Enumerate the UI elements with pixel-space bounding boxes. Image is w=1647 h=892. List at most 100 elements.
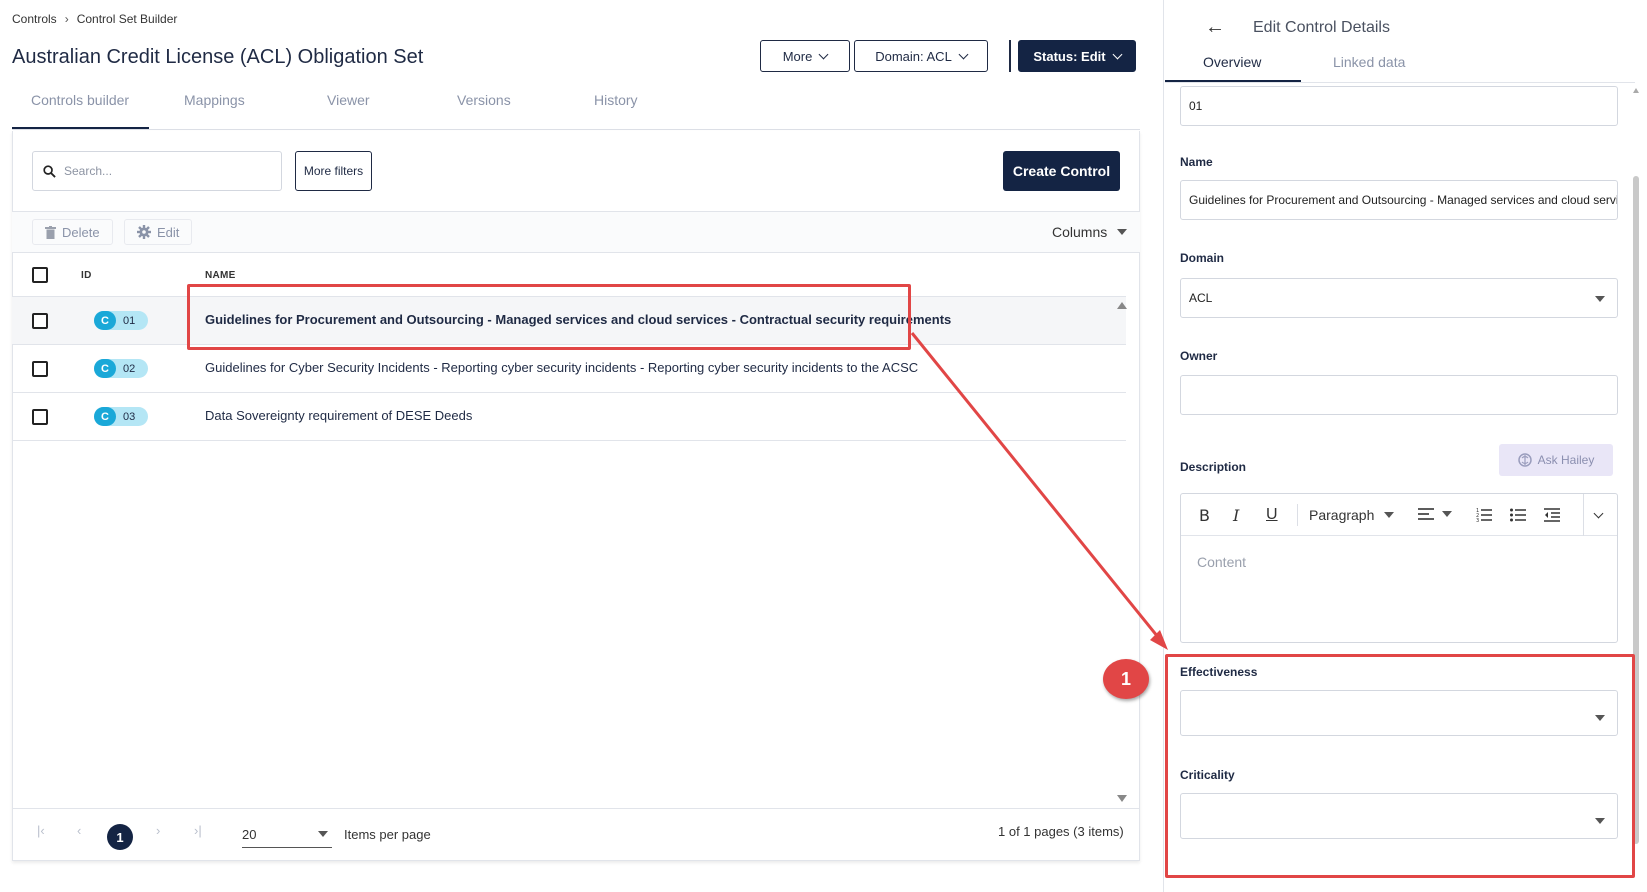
underline-button[interactable]: U xyxy=(1266,506,1278,524)
owner-label: Owner xyxy=(1180,349,1218,363)
breadcrumb: Controls › Control Set Builder xyxy=(12,12,177,26)
select-all-checkbox[interactable] xyxy=(32,267,48,283)
domain-label: Domain xyxy=(1180,251,1225,265)
domain-button[interactable]: Domain: ACL xyxy=(854,40,988,72)
search-placeholder: Search... xyxy=(64,164,113,178)
toolbar-divider xyxy=(1583,494,1584,536)
tab-versions[interactable]: Versions xyxy=(457,92,511,108)
chevron-down-icon xyxy=(818,49,829,59)
caret-down-icon xyxy=(318,831,328,837)
search-input[interactable]: Search... xyxy=(32,151,282,191)
status-button-label: Status: Edit xyxy=(1033,48,1106,64)
create-control-button[interactable]: Create Control xyxy=(1003,151,1120,191)
bullet-list-icon[interactable] xyxy=(1510,508,1526,527)
row-checkbox[interactable] xyxy=(32,361,48,377)
tab-controls-builder[interactable]: Controls builder xyxy=(31,92,129,108)
next-page-icon[interactable]: › xyxy=(156,823,160,838)
more-filters-button[interactable]: More filters xyxy=(295,151,372,191)
caret-down-icon xyxy=(1442,511,1452,517)
prev-page-icon[interactable]: ‹ xyxy=(77,823,81,838)
main-tabs: Controls builder Mappings Viewer Version… xyxy=(12,88,1140,130)
caret-down-icon xyxy=(1595,296,1605,302)
tab-viewer[interactable]: Viewer xyxy=(327,92,370,108)
more-button-label: More xyxy=(782,48,813,64)
ask-hailey-button[interactable]: Ask Hailey xyxy=(1499,444,1613,476)
page-size-value: 20 xyxy=(242,827,257,842)
delete-button[interactable]: Delete xyxy=(32,219,113,245)
control-id-badge: C 02 xyxy=(94,359,148,378)
control-id: 03 xyxy=(123,410,136,423)
last-page-icon[interactable]: ›| xyxy=(194,823,202,838)
control-id: 02 xyxy=(123,362,136,375)
ordered-list-icon[interactable]: 123 xyxy=(1476,508,1492,527)
editor-toolbar: B I U Paragraph 123 xyxy=(1181,494,1617,536)
active-panel-tab-indicator xyxy=(1165,80,1301,82)
header-divider xyxy=(1009,40,1011,72)
table-row[interactable]: C 02 Guidelines for Cyber Security Incid… xyxy=(12,345,1126,393)
edit-label: Edit xyxy=(157,224,180,240)
app-root: Controls › Control Set Builder Australia… xyxy=(0,0,1647,892)
table-scroll-down[interactable] xyxy=(1117,795,1127,802)
page-size-select[interactable]: 20 xyxy=(242,822,332,848)
more-tools-icon[interactable] xyxy=(1593,504,1604,522)
panel-title: Edit Control Details xyxy=(1253,18,1390,36)
panel-tabs-divider xyxy=(1165,82,1635,83)
annotation-marker: 1 xyxy=(1103,659,1149,699)
panel-header: ← Edit Control Details xyxy=(1205,16,1390,39)
control-id-badge: C 03 xyxy=(94,407,148,426)
control-name[interactable]: Guidelines for Cyber Security Incidents … xyxy=(205,360,918,375)
chevron-down-icon xyxy=(958,49,969,59)
id-field[interactable]: 01 xyxy=(1180,86,1618,126)
editor-placeholder: Content xyxy=(1197,554,1247,570)
description-editor[interactable]: B I U Paragraph 123 Content xyxy=(1180,493,1618,643)
first-page-icon[interactable]: |‹ xyxy=(37,823,45,838)
column-header-name: NAME xyxy=(205,270,236,281)
row-checkbox[interactable] xyxy=(32,313,48,329)
table-scroll-up[interactable] xyxy=(1117,302,1127,309)
control-type-icon: C xyxy=(94,311,116,330)
chevron-down-icon xyxy=(1112,49,1123,59)
tab-linked-data[interactable]: Linked data xyxy=(1333,54,1405,70)
gear-icon xyxy=(137,225,151,239)
columns-dropdown[interactable]: Columns xyxy=(1052,224,1128,240)
table-row[interactable]: C 03 Data Sovereignty requirement of DES… xyxy=(12,393,1126,441)
align-left-icon xyxy=(1418,508,1434,520)
name-label: Name xyxy=(1180,155,1213,169)
column-header-id: ID xyxy=(81,270,92,281)
control-name[interactable]: Data Sovereignty requirement of DESE Dee… xyxy=(205,408,472,423)
pagination: |‹ ‹ › ›| xyxy=(12,808,1140,860)
status-button[interactable]: Status: Edit xyxy=(1018,40,1136,72)
panel-scroll-up[interactable] xyxy=(1633,88,1639,93)
name-field[interactable]: Guidelines for Procurement and Outsourci… xyxy=(1180,180,1618,220)
domain-select-value: ACL xyxy=(1189,291,1213,305)
bold-button[interactable]: B xyxy=(1199,506,1210,525)
italic-button[interactable]: I xyxy=(1233,506,1239,525)
tab-history[interactable]: History xyxy=(594,92,638,108)
ask-hailey-label: Ask Hailey xyxy=(1537,453,1595,467)
edit-button[interactable]: Edit xyxy=(124,219,193,245)
trash-icon xyxy=(45,225,56,239)
row-checkbox[interactable] xyxy=(32,409,48,425)
breadcrumb-current: Control Set Builder xyxy=(76,12,178,26)
tab-overview[interactable]: Overview xyxy=(1203,54,1261,70)
more-button[interactable]: More xyxy=(760,40,850,72)
tab-mappings[interactable]: Mappings xyxy=(184,92,245,108)
control-id: 01 xyxy=(123,314,136,327)
outdent-icon[interactable] xyxy=(1544,508,1560,527)
domain-select[interactable]: ACL xyxy=(1180,278,1618,318)
control-type-icon: C xyxy=(94,407,116,426)
breadcrumb-controls-link[interactable]: Controls xyxy=(12,12,57,26)
paragraph-label: Paragraph xyxy=(1309,507,1375,523)
caret-down-icon xyxy=(1384,512,1395,518)
owner-field[interactable] xyxy=(1180,375,1618,415)
pagination-info: 1 of 1 pages (3 items) xyxy=(998,824,1124,839)
active-tab-indicator xyxy=(12,127,149,129)
toolbar-divider xyxy=(1297,504,1298,526)
back-arrow-icon[interactable]: ← xyxy=(1205,16,1225,39)
page-number-current[interactable]: 1 xyxy=(107,824,133,850)
align-dropdown[interactable] xyxy=(1418,508,1452,520)
control-type-icon: C xyxy=(94,359,116,378)
domain-button-label: Domain: ACL xyxy=(875,48,952,64)
search-icon xyxy=(43,164,56,178)
paragraph-dropdown[interactable]: Paragraph xyxy=(1309,507,1395,523)
